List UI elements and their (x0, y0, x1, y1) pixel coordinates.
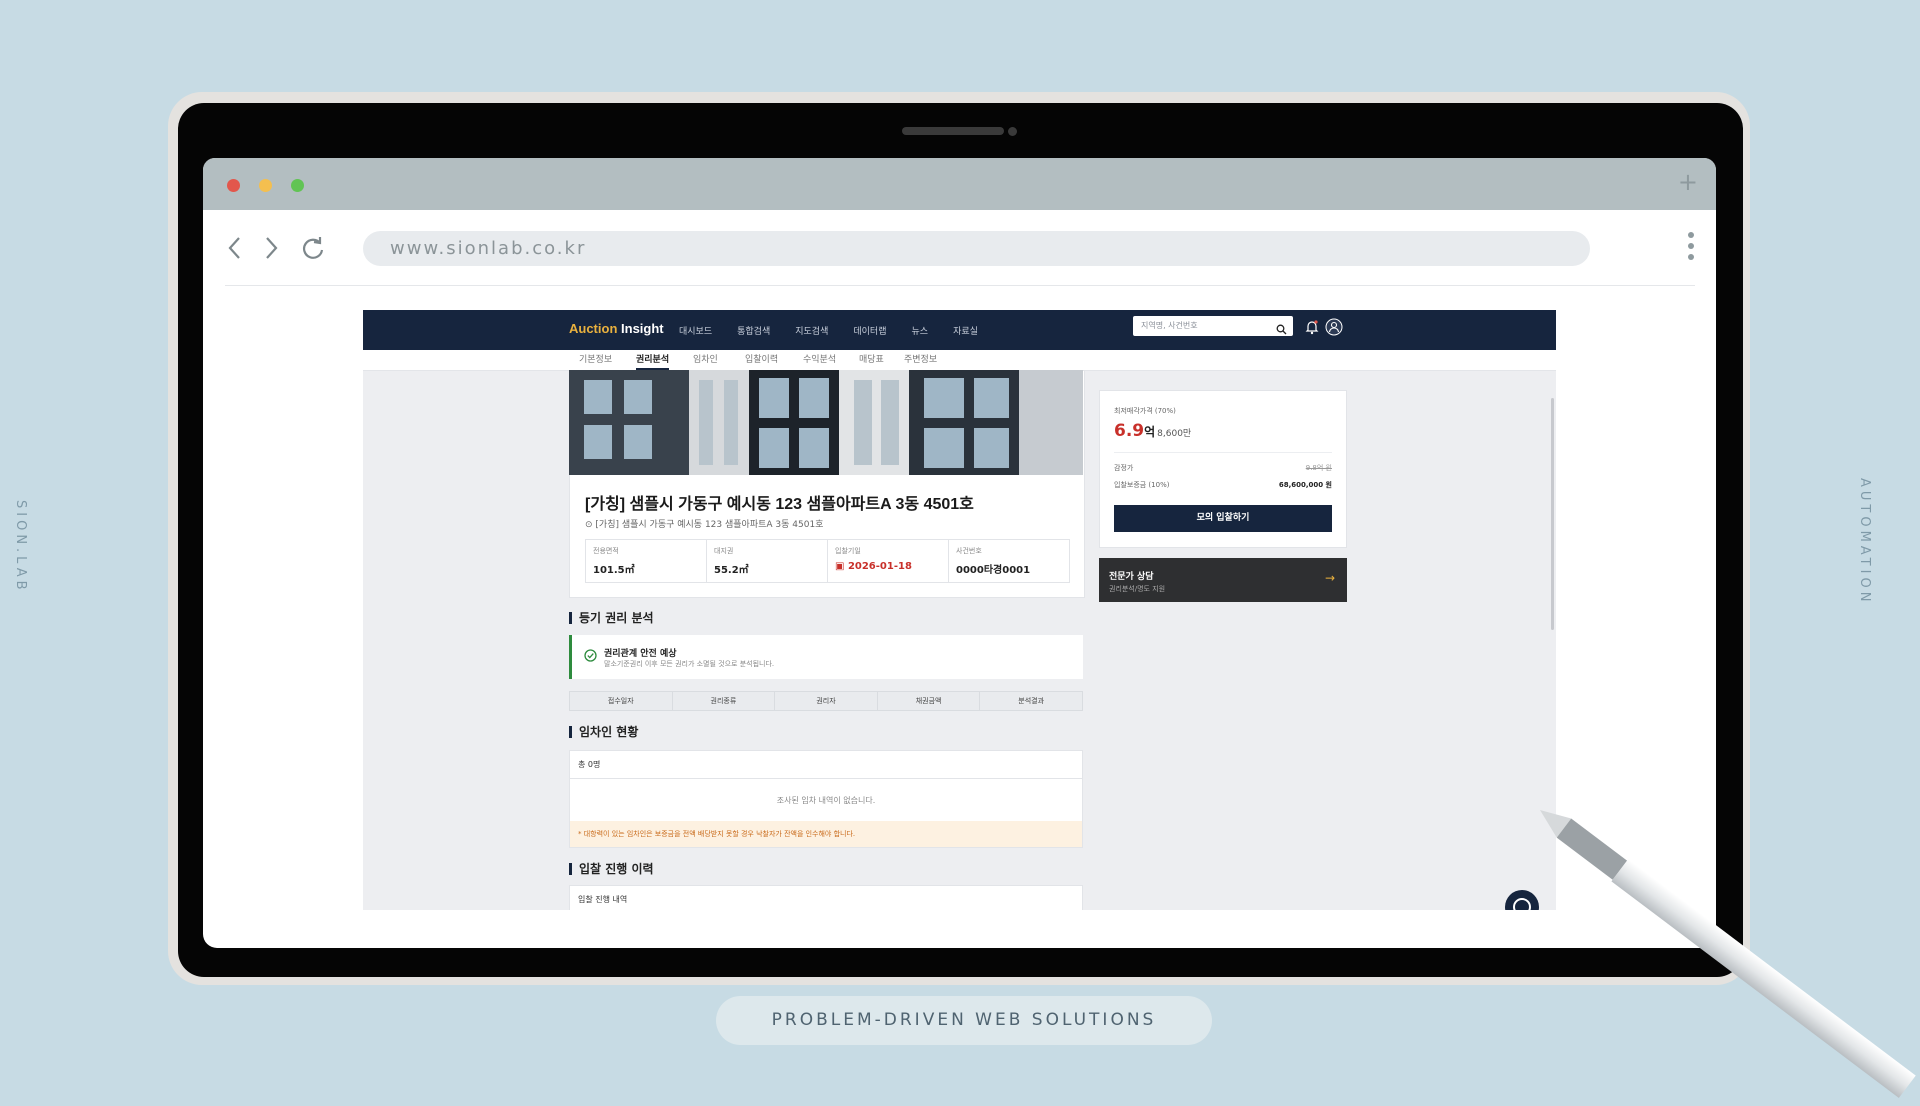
tenant-total: 총 0명 (578, 760, 601, 769)
expert-consult-button[interactable]: 전문가 상담 권리분석/명도 지원 → (1099, 558, 1347, 602)
col-holder: 권리자 (775, 692, 878, 710)
property-title: [가칭] 샘플시 가동구 예시동 123 샘플아파트A 3동 4501호 (585, 496, 974, 513)
bid-history-title: 입찰 진행 내역 (578, 895, 628, 904)
maximize-dot[interactable] (291, 179, 304, 192)
tab-surroundings[interactable]: 주변정보 (904, 352, 937, 365)
detail-tabs: 기본정보 권리분석 임차인 입찰이력 수익분석 매당표 주변정보 (363, 350, 1556, 371)
property-photo (569, 370, 1083, 475)
deposit-row: 입찰보증금 (10%) 68,600,000 원 (1114, 481, 1332, 489)
bell-icon[interactable] (1305, 319, 1319, 339)
appraisal-row: 감정가 9.8억 원 (1114, 464, 1332, 472)
arrow-right-icon: → (1324, 571, 1335, 585)
tab-rights-analysis[interactable]: 권리분석 (636, 352, 670, 370)
side-label-right: AUTOMATION (1857, 478, 1872, 606)
tenants-box: 총 0명 조사된 임차 내역이 없습니다. * 대항력이 있는 임차인은 보증금… (569, 750, 1083, 848)
site-logo[interactable]: Auction Insight (569, 321, 664, 336)
min-price-label: 최저매각가격 (70%) (1114, 407, 1176, 415)
info-area: 전용면적 101.5㎡ (586, 540, 707, 582)
tablet-speaker (902, 127, 1004, 135)
rights-table-header: 접수일자 권리종류 권리자 채권금액 분석결과 (569, 691, 1083, 711)
property-info-grid: 전용면적 101.5㎡ 대지권 55.2㎡ 입찰기일 ▣ 2026-01-18 … (585, 539, 1070, 583)
caption-pill: PROBLEM-DRIVEN WEB SOLUTIONS (716, 996, 1212, 1045)
site-search-input[interactable]: 지역명, 사건번호 (1133, 316, 1293, 336)
tenant-warning: * 대항력이 있는 임차인은 보증금을 전액 배당받지 못할 경우 낙찰자가 잔… (570, 821, 1082, 847)
browser-menu-icon[interactable] (1688, 232, 1696, 260)
side-label-left: SION.LAB (13, 500, 28, 594)
menu-dashboard[interactable]: 대시보드 (679, 324, 712, 337)
browser-toolbar: www.sionlab.co.kr (203, 210, 1716, 285)
rights-notice: 권리관계 안전 예상 말소기준권리 이후 모든 권리가 소멸될 것으로 분석됩니… (569, 635, 1083, 679)
search-icon[interactable] (1276, 320, 1287, 339)
bid-history-box: 입찰 진행 내역 (569, 885, 1083, 910)
col-amount: 채권금액 (878, 692, 981, 710)
tenant-empty-message: 조사된 임차 내역이 없습니다. (776, 796, 876, 805)
menu-archive[interactable]: 자료실 (953, 324, 978, 337)
info-bid-date: 입찰기일 ▣ 2026-01-18 (828, 540, 949, 582)
col-result: 분석결과 (1018, 697, 1045, 705)
expert-subtitle: 권리분석/명도 지원 (1109, 585, 1166, 593)
new-tab-icon[interactable]: + (1678, 168, 1698, 196)
price-card: 최저매각가격 (70%) 6.9억 8,600만 감정가 9.8억 원 입찰보증금 … (1099, 390, 1347, 548)
mock-bid-button[interactable]: 모의 입찰하기 (1114, 505, 1332, 532)
page-scrollbar[interactable] (1551, 398, 1554, 630)
menu-datalab[interactable]: 데이터랩 (853, 324, 886, 337)
tablet-camera (1008, 127, 1017, 136)
calendar-icon: ▣ (835, 561, 845, 572)
check-circle-icon (584, 647, 597, 666)
toolbar-divider (225, 285, 1695, 286)
col-right-type: 권리종류 (673, 692, 776, 710)
address-bar[interactable]: www.sionlab.co.kr (363, 231, 1590, 266)
col-date: 접수일자 (570, 692, 673, 710)
info-land: 대지권 55.2㎡ (707, 540, 828, 582)
web-page: Auction Insight 대시보드 통합검색 지도검색 데이터랩 뉴스 자… (363, 310, 1556, 910)
tab-tenants[interactable]: 임차인 (693, 352, 718, 365)
minimize-dot[interactable] (259, 179, 272, 192)
menu-search[interactable]: 통합검색 (737, 324, 770, 337)
browser-window: + www.sionlab.co.kr Auction Insight 대시보드… (203, 158, 1716, 948)
reload-icon[interactable] (293, 228, 333, 268)
rights-section-title: 등기 권리 분석 (569, 612, 654, 624)
site-menu: 대시보드 통합검색 지도검색 데이터랩 뉴스 자료실 (679, 324, 1003, 337)
chat-button[interactable] (1505, 890, 1539, 910)
search-placeholder: 지역명, 사건번호 (1141, 321, 1198, 330)
menu-map-search[interactable]: 지도검색 (795, 324, 828, 337)
info-case-number: 사건번호 0000타경0001 (956, 547, 1031, 576)
tab-profit-analysis[interactable]: 수익분석 (803, 352, 836, 365)
min-price-value: 6.9억 8,600만 (1114, 421, 1192, 441)
tenants-section-title: 임차인 현황 (569, 726, 638, 738)
user-icon[interactable] (1325, 318, 1343, 340)
tab-basic-info[interactable]: 기본정보 (579, 352, 612, 365)
close-dot[interactable] (227, 179, 240, 192)
notice-title: 권리관계 안전 예상 (604, 649, 677, 659)
site-header: Auction Insight 대시보드 통합검색 지도검색 데이터랩 뉴스 자… (363, 310, 1556, 350)
browser-titlebar: + (203, 158, 1716, 210)
menu-news[interactable]: 뉴스 (912, 324, 929, 337)
forward-icon[interactable] (251, 228, 291, 268)
tab-price-table[interactable]: 매당표 (859, 352, 884, 365)
tab-bid-history[interactable]: 입찰이력 (745, 352, 778, 365)
property-address: ⊙ [가칭] 샘플시 가동구 예시동 123 샘플아파트A 3동 4501호 (585, 520, 824, 530)
back-icon[interactable] (215, 228, 255, 268)
bids-section-title: 입찰 진행 이력 (569, 863, 654, 875)
expert-title: 전문가 상담 (1109, 572, 1154, 582)
notice-subtitle: 말소기준권리 이후 모든 권리가 소멸될 것으로 분석됩니다. (604, 660, 775, 668)
